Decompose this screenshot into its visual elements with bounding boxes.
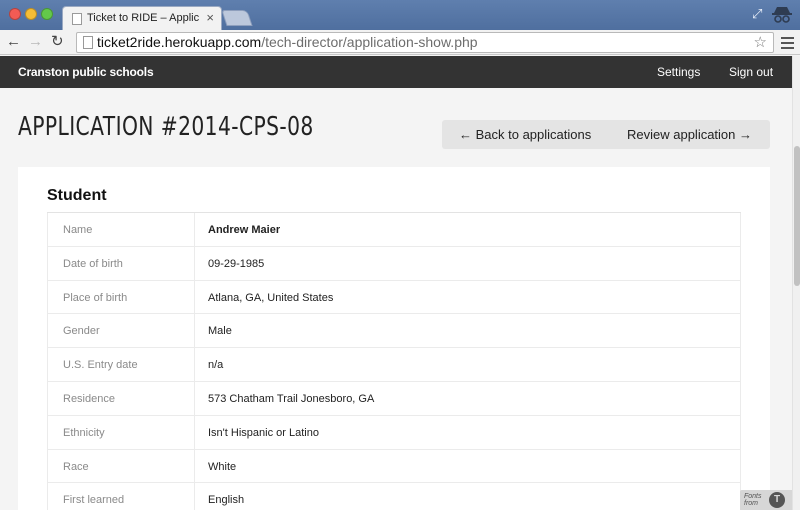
typekit-logo-icon: T <box>769 492 785 508</box>
table-row: Race White <box>47 449 741 484</box>
field-value: English <box>208 494 245 507</box>
new-tab-button[interactable] <box>221 10 253 26</box>
browser-tabstrip: Ticket to RIDE – Application # × ⤢ <box>0 0 800 30</box>
field-label: Place of birth <box>63 291 128 304</box>
field-label: Residence <box>63 392 115 405</box>
address-bar[interactable]: ticket2ride.herokuapp.com/tech-director/… <box>76 32 774 53</box>
field-value: 09-29-1985 <box>208 257 265 270</box>
sign-out-link[interactable]: Sign out <box>729 65 773 79</box>
url-host: ticket2ride.herokuapp.com <box>97 34 262 50</box>
student-card: Student Name Andrew Maier Date of birth … <box>18 167 770 510</box>
tab-close-icon[interactable]: × <box>206 10 214 26</box>
field-label: Gender <box>63 325 100 338</box>
action-bar: ← Back to applications Review applicatio… <box>442 120 770 149</box>
scrollbar-thumb[interactable] <box>794 146 800 286</box>
table-row: Name Andrew Maier <box>47 213 741 247</box>
page-icon <box>83 36 93 49</box>
brand-name[interactable]: Cranston public schools <box>18 65 154 79</box>
zoom-window-button[interactable] <box>41 8 53 20</box>
field-label: U.S. Entry date <box>63 359 138 372</box>
field-value: Male <box>208 325 232 338</box>
tab-title: Ticket to RIDE – Application # <box>87 12 199 24</box>
back-button[interactable]: ← <box>6 32 21 52</box>
document-icon <box>72 13 82 25</box>
field-value: Atlana, GA, United States <box>208 291 334 304</box>
field-value: Isn't Hispanic or Latino <box>208 426 319 439</box>
field-value: White <box>208 460 237 473</box>
url-path: /tech-director/application-show.php <box>261 34 478 50</box>
review-application-button[interactable]: Review application → <box>627 127 752 142</box>
field-label: Race <box>63 460 89 473</box>
table-row: Gender Male <box>47 314 741 349</box>
forward-button[interactable]: → <box>28 32 43 52</box>
table-row: Date of birth 09-29-1985 <box>47 246 741 281</box>
close-window-button[interactable] <box>9 8 21 20</box>
minimize-window-button[interactable] <box>25 8 37 20</box>
fonts-from-badge[interactable]: Fonts from T <box>740 490 792 510</box>
table-row: U.S. Entry date n/a <box>47 348 741 382</box>
table-row: First learned English <box>47 483 741 510</box>
settings-link[interactable]: Settings <box>657 65 700 79</box>
page-title: APPLICATION #2014-CPS-08 <box>18 112 314 142</box>
field-value: 573 Chatham Trail Jonesboro, GA <box>208 392 375 405</box>
field-label: Name <box>63 224 93 236</box>
url-text[interactable]: ticket2ride.herokuapp.com/tech-director/… <box>97 34 478 50</box>
badge-text: Fonts from <box>744 493 762 507</box>
field-value: n/a <box>208 359 224 372</box>
browser-menu-icon[interactable] <box>781 37 794 52</box>
browser-toolbar: ← → ↻ ticket2ride.herokuapp.com/tech-dir… <box>0 30 800 55</box>
field-value: Andrew Maier <box>208 224 281 236</box>
bookmark-star-icon[interactable]: ☆ <box>754 33 767 51</box>
browser-tab-active[interactable]: Ticket to RIDE – Application # × <box>62 6 222 30</box>
back-to-applications-button[interactable]: ← Back to applications <box>459 127 591 142</box>
field-label: Ethnicity <box>63 426 105 439</box>
incognito-icon <box>772 7 792 23</box>
field-label: Date of birth <box>63 257 123 270</box>
student-details-table: Name Andrew Maier Date of birth 09-29-19… <box>47 212 741 510</box>
table-row: Place of birth Atlana, GA, United States <box>47 280 741 315</box>
page-scrollbar[interactable] <box>792 56 800 510</box>
reload-button[interactable]: ↻ <box>51 32 64 52</box>
field-label: First learned <box>63 494 125 507</box>
table-row: Ethnicity Isn't Hispanic or Latino <box>47 415 741 450</box>
table-row: Residence 573 Chatham Trail Jonesboro, G… <box>47 381 741 416</box>
section-title-student: Student <box>47 187 107 204</box>
app-header: Cranston public schools Settings Sign ou… <box>0 56 792 88</box>
fullscreen-icon[interactable]: ⤢ <box>752 6 762 22</box>
